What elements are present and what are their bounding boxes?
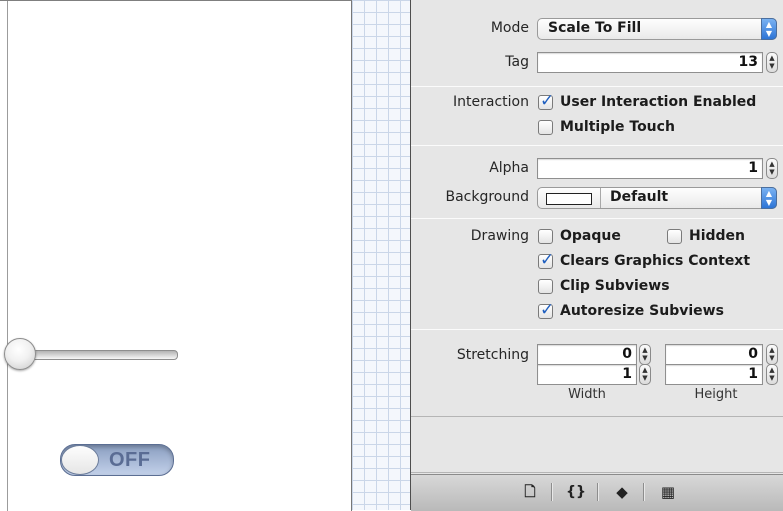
inspector-toolbar: 🗋 {} ◆ ▦ bbox=[411, 474, 783, 511]
appearance-section: Alpha 1 ▲ ▼ Background Default ▲ ▼ bbox=[411, 145, 783, 219]
slider[interactable] bbox=[4, 338, 178, 370]
popup-arrows-icon: ▲ ▼ bbox=[761, 187, 777, 209]
background-label: Background bbox=[445, 189, 529, 205]
mode-popup[interactable]: Scale To Fill ▲ ▼ bbox=[537, 18, 777, 40]
multiple-touch-label: Multiple Touch bbox=[560, 119, 675, 135]
mode-value: Scale To Fill bbox=[548, 20, 642, 36]
stretch-x-value: 0 bbox=[622, 346, 632, 362]
background-popup[interactable]: Default ▲ ▼ bbox=[537, 187, 777, 209]
attributes-inspector: Mode Scale To Fill ▲ ▼ Tag 13 ▲ ▼ Interact… bbox=[411, 0, 783, 511]
stretch-height-stepper[interactable]: ▲ ▼ bbox=[766, 364, 778, 385]
tag-value: 13 bbox=[738, 54, 758, 70]
background-value: Default bbox=[610, 189, 669, 205]
switch-label: OFF bbox=[109, 449, 151, 471]
stretch-height-caption: Height bbox=[694, 387, 738, 402]
stretch-height-field[interactable]: 1 bbox=[665, 364, 763, 385]
stretch-width-value: 1 bbox=[622, 366, 632, 382]
film-icon[interactable]: ▦ bbox=[655, 481, 681, 503]
drawing-label: Drawing bbox=[470, 228, 529, 244]
popup-separator bbox=[600, 188, 601, 208]
canvas-left-border bbox=[7, 1, 8, 511]
view-mode-section: Mode Scale To Fill ▲ ▼ Tag 13 ▲ ▼ bbox=[411, 0, 783, 87]
clip-subviews-label: Clip Subviews bbox=[560, 278, 670, 294]
slider-thumb[interactable] bbox=[4, 338, 36, 370]
stretch-width-caption: Width bbox=[568, 387, 606, 402]
stretch-y-stepper[interactable]: ▲ ▼ bbox=[766, 344, 778, 365]
stretch-x-field[interactable]: 0 bbox=[537, 344, 637, 365]
toggle-switch[interactable]: OFF bbox=[60, 444, 174, 476]
checkmark-icon: ✓ bbox=[540, 91, 555, 111]
toolbar-divider bbox=[551, 483, 553, 501]
alpha-label: Alpha bbox=[489, 160, 529, 176]
toolbar-divider bbox=[597, 483, 599, 501]
alpha-field[interactable]: 1 bbox=[537, 158, 763, 179]
slider-track[interactable] bbox=[22, 350, 178, 360]
braces-icon[interactable]: {} bbox=[563, 481, 589, 503]
stretch-width-stepper[interactable]: ▲ ▼ bbox=[639, 364, 651, 385]
tag-label: Tag bbox=[505, 54, 529, 70]
clears-graphics-context-label: Clears Graphics Context bbox=[560, 253, 751, 269]
stretching-label: Stretching bbox=[456, 347, 529, 363]
alpha-value: 1 bbox=[748, 160, 758, 176]
stretch-width-field[interactable]: 1 bbox=[537, 364, 637, 385]
clip-subviews-checkbox[interactable] bbox=[538, 279, 553, 294]
user-interaction-checkbox[interactable]: ✓ bbox=[538, 91, 554, 111]
design-canvas[interactable]: OFF bbox=[0, 0, 352, 511]
document-icon[interactable]: 🗋 bbox=[517, 481, 543, 503]
stretch-height-value: 1 bbox=[748, 366, 758, 382]
interaction-label: Interaction bbox=[453, 94, 529, 110]
grid-background bbox=[352, 0, 411, 510]
tag-stepper[interactable]: ▲ ▼ bbox=[766, 52, 778, 73]
autoresize-subviews-label: Autoresize Subviews bbox=[560, 303, 724, 319]
stretch-y-value: 0 bbox=[748, 346, 758, 362]
clears-graphics-context-checkbox[interactable]: ✓ bbox=[538, 250, 554, 270]
switch-knob[interactable] bbox=[61, 445, 99, 475]
hidden-checkbox[interactable] bbox=[667, 229, 682, 244]
checkmark-icon: ✓ bbox=[540, 250, 555, 270]
opaque-checkbox[interactable] bbox=[538, 229, 553, 244]
opaque-label: Opaque bbox=[560, 228, 621, 244]
hidden-label: Hidden bbox=[689, 228, 746, 244]
stretching-size-section: 1 ▲ ▼ Width 1 ▲ ▼ Height bbox=[411, 364, 783, 473]
multiple-touch-checkbox[interactable] bbox=[538, 120, 553, 135]
toolbar-divider bbox=[643, 483, 645, 501]
mode-label: Mode bbox=[490, 20, 529, 36]
popup-arrows-icon: ▲ ▼ bbox=[761, 18, 777, 40]
checkmark-icon: ✓ bbox=[540, 300, 555, 320]
alpha-stepper[interactable]: ▲ ▼ bbox=[766, 158, 778, 179]
background-color-swatch bbox=[546, 193, 592, 205]
interaction-section: Interaction ✓ User Interaction Enabled M… bbox=[411, 86, 783, 146]
drawing-section: Drawing Opaque Hidden ✓ Clears Graphics … bbox=[411, 218, 783, 330]
autoresize-subviews-checkbox[interactable]: ✓ bbox=[538, 300, 554, 320]
cube-icon[interactable]: ◆ bbox=[609, 481, 635, 503]
stretch-y-field[interactable]: 0 bbox=[665, 344, 763, 365]
stretch-x-stepper[interactable]: ▲ ▼ bbox=[639, 344, 651, 365]
tag-field[interactable]: 13 bbox=[537, 52, 763, 73]
user-interaction-label: User Interaction Enabled bbox=[560, 94, 757, 110]
